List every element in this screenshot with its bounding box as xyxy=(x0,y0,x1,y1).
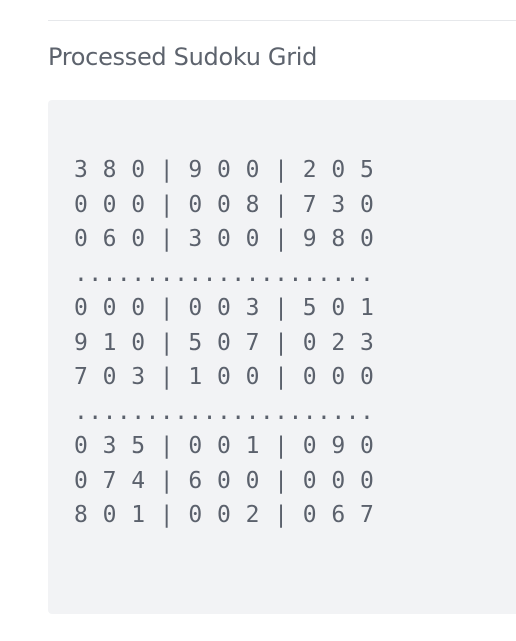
grid-line: 0 6 0 | 3 0 0 | 9 8 0 xyxy=(74,226,375,252)
grid-separator: ..................... xyxy=(74,398,375,425)
sudoku-grid-text: 3 8 0 | 9 0 0 | 2 0 5 0 0 0 | 0 0 8 | 7 3… xyxy=(74,153,374,533)
grid-line: 9 1 0 | 5 0 7 | 0 2 3 xyxy=(74,329,375,356)
grid-line: 0 3 5 | 0 0 1 | 0 9 0 xyxy=(74,433,375,459)
grid-line: 0 0 0 | 0 0 8 | 7 3 0 xyxy=(74,191,375,218)
section-divider xyxy=(48,20,516,21)
section-title: Processed Sudoku Grid xyxy=(48,43,318,71)
grid-separator: ..................... xyxy=(74,260,375,287)
page: Processed Sudoku Grid 3 8 0 | 9 0 0 | 2 … xyxy=(0,0,516,641)
grid-line: 3 8 0 | 9 0 0 | 2 0 5 xyxy=(74,157,375,183)
grid-line: 7 0 3 | 1 0 0 | 0 0 0 xyxy=(74,364,375,390)
grid-line: 8 0 1 | 0 0 2 | 0 6 7 xyxy=(74,502,375,528)
grid-line: 0 0 0 | 0 0 3 | 5 0 1 xyxy=(74,295,375,321)
grid-line: 0 7 4 | 6 0 0 | 0 0 0 xyxy=(74,467,375,494)
